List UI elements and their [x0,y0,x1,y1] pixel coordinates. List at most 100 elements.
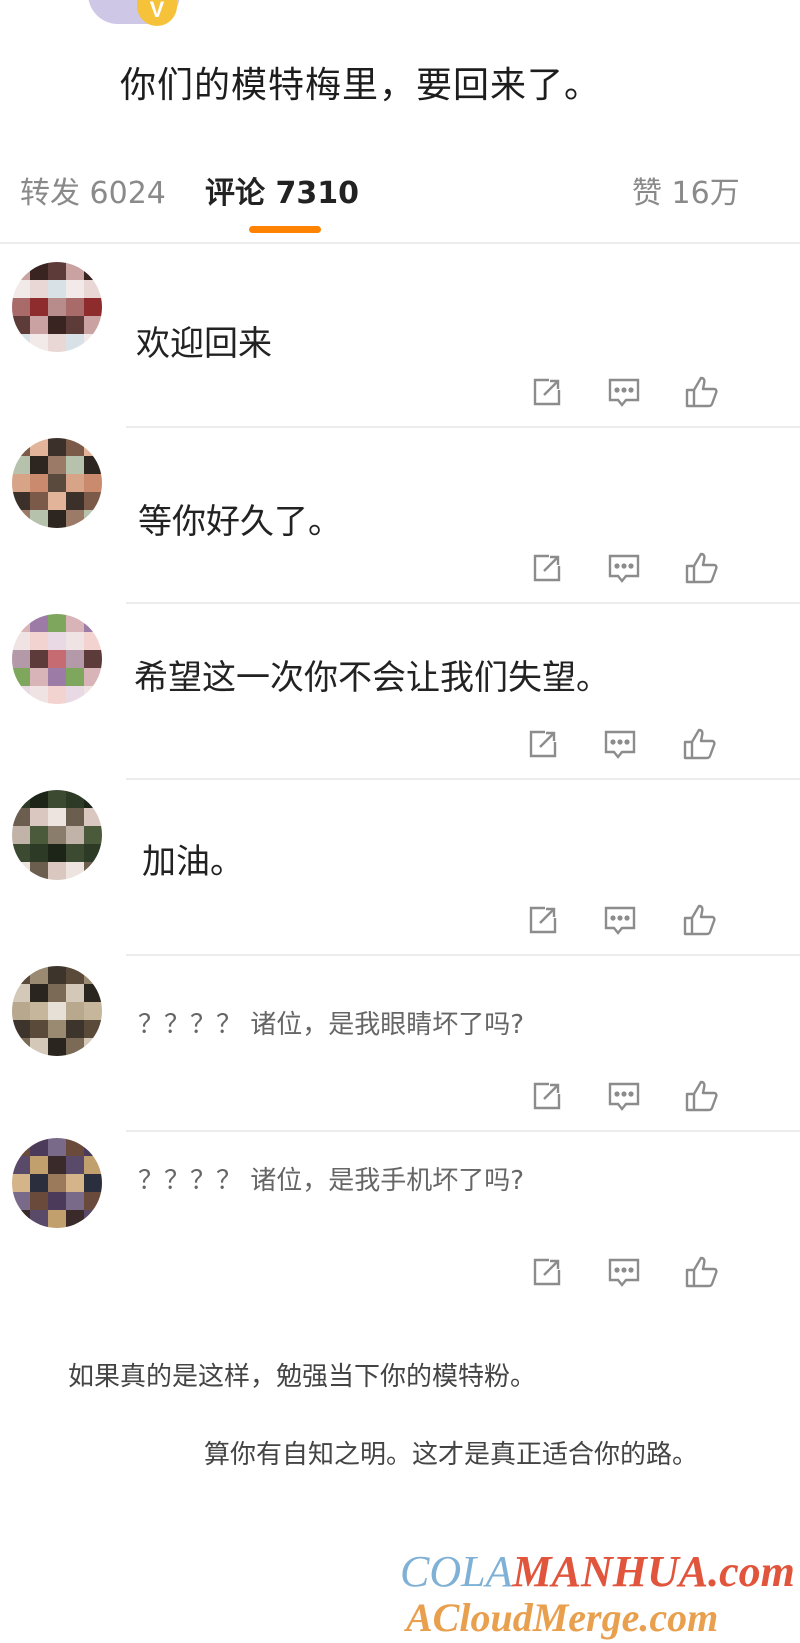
avatar-pixel [84,1210,102,1228]
comment-icon[interactable] [604,548,644,588]
avatar-pixel [12,438,30,456]
avatar-pixel [30,1020,48,1038]
avatar-pixel [30,966,48,984]
avatar-pixel [66,1210,84,1228]
avatar-pixel [30,298,48,316]
thumbs-up-icon[interactable] [680,900,720,940]
avatar-pixel [84,862,102,880]
avatar-pixel [66,438,84,456]
avatar-pixel [30,510,48,528]
avatar-pixel [30,668,48,686]
avatar-pixel [84,668,102,686]
avatar-pixel [66,474,84,492]
avatar-pixel [84,790,102,808]
avatar-pixel [12,668,30,686]
avatar-pixel [12,1002,30,1020]
avatar-pixel [66,668,84,686]
avatar-pixel [66,790,84,808]
avatar-pixel [30,614,48,632]
comment-icon[interactable] [604,1076,644,1116]
avatar-pixel [48,790,66,808]
post-text: 你们的模特梅里，要回来了。 [120,65,602,106]
avatar-pixel [12,1210,30,1228]
avatar-pixel [48,334,66,352]
share-icon[interactable] [523,900,563,940]
active-tab-indicator [249,226,321,233]
avatar[interactable] [12,262,102,352]
comment-icon[interactable] [600,900,640,940]
thumbs-up-icon[interactable] [682,1076,722,1116]
avatar-pixel [48,614,66,632]
avatar-pixel [66,1020,84,1038]
avatar-pixel [66,1156,84,1174]
comment-item: 希望这一次你不会让我们失望。 [0,596,800,780]
avatar-pixel [12,844,30,862]
avatar-pixel [66,262,84,280]
avatar-pixel [30,1174,48,1192]
avatar[interactable] [12,614,102,704]
avatar-pixel [30,650,48,668]
avatar-pixel [84,1192,102,1210]
avatar-pixel [84,262,102,280]
avatar-pixel [66,826,84,844]
avatar-pixel [66,984,84,1002]
share-icon[interactable] [527,1252,567,1292]
avatar-pixel [30,316,48,334]
avatar-pixel [84,1174,102,1192]
avatar-pixel [30,492,48,510]
avatar-pixel [84,984,102,1002]
comment-icon[interactable] [604,372,644,412]
avatar-pixel [84,614,102,632]
share-icon[interactable] [527,548,567,588]
avatar-pixel [48,438,66,456]
avatar-pixel [84,492,102,510]
avatar-pixel [30,474,48,492]
tab-repost[interactable]: 转发 6024 [20,168,166,212]
share-icon[interactable] [527,1076,567,1116]
avatar-pixel [30,1002,48,1020]
avatar-pixel [48,456,66,474]
avatar-pixel [84,650,102,668]
avatar[interactable] [12,438,102,528]
avatar-pixel [12,862,30,880]
avatar-pixel [12,1038,30,1056]
avatar-pixel [12,298,30,316]
comment-item: 等你好久了。 [0,420,800,604]
comment-icon[interactable] [600,724,640,764]
thumbs-up-icon[interactable] [682,372,722,412]
avatar-pixel [48,1156,66,1174]
avatar-pixel [66,686,84,704]
avatar-pixel [48,650,66,668]
thumbs-up-icon[interactable] [682,1252,722,1292]
avatar-pixel [12,686,30,704]
comment-icon[interactable] [604,1252,644,1292]
avatar[interactable] [12,966,102,1056]
share-icon[interactable] [527,372,567,412]
avatar-pixel [12,262,30,280]
watermark-part-1: COLA [400,1547,513,1596]
tab-likes[interactable]: 赞 16万 [632,168,740,212]
avatar-pixel [66,844,84,862]
tab-comments[interactable]: 评论 7310 [205,168,359,212]
avatar-pixel [12,966,30,984]
avatar-pixel [66,1174,84,1192]
watermark: COLAMANHUA.com [400,1546,795,1597]
share-icon[interactable] [523,724,563,764]
comment-text: 等你好久了。 [138,502,342,542]
avatar[interactable] [12,1138,102,1228]
avatar-pixel [12,1138,30,1156]
avatar-pixel [84,966,102,984]
watermark-line-2: ACloudMerge.com [406,1595,719,1640]
avatar-pixel [84,510,102,528]
avatar-pixel [30,826,48,844]
avatar-pixel [30,1138,48,1156]
avatar-pixel [30,844,48,862]
avatar-pixel [30,262,48,280]
avatar-pixel [84,686,102,704]
avatar-pixel [30,632,48,650]
avatar-pixel [66,510,84,528]
avatar-pixel [12,1156,30,1174]
thumbs-up-icon[interactable] [682,548,722,588]
thumbs-up-icon[interactable] [680,724,720,764]
avatar[interactable] [12,790,102,880]
